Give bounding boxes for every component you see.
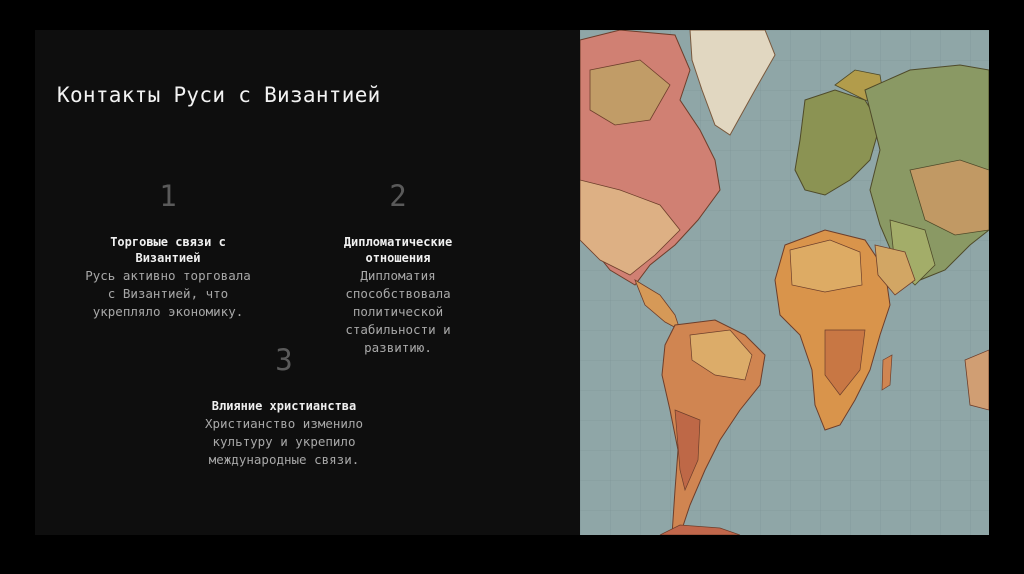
point-number: 3 bbox=[275, 343, 293, 377]
point-title: Дипломатические отношения bbox=[343, 235, 453, 265]
slide: Контакты Руси с Византией 1 Торговые свя… bbox=[35, 30, 989, 535]
point-diplomacy: 2 Дипломатические отношения Дипломатия с… bbox=[313, 180, 483, 357]
point-number: 2 bbox=[389, 179, 407, 213]
point-text: Христианство изменило культуру и укрепил… bbox=[204, 416, 364, 467]
point-title: Влияние христианства bbox=[211, 399, 357, 413]
point-title: Торговые связи с Византией bbox=[110, 235, 226, 265]
world-map-image bbox=[580, 30, 989, 535]
point-number: 1 bbox=[159, 179, 177, 213]
world-map-illustration bbox=[580, 30, 989, 535]
point-trade: 1 Торговые связи с Византией Русь активн… bbox=[83, 180, 253, 321]
point-text: Русь активно торговала с Византией, что … bbox=[85, 268, 251, 319]
point-christianity: 3 Влияние христианства Христианство изме… bbox=[199, 344, 369, 469]
slide-title: Контакты Руси с Византией bbox=[57, 83, 381, 107]
